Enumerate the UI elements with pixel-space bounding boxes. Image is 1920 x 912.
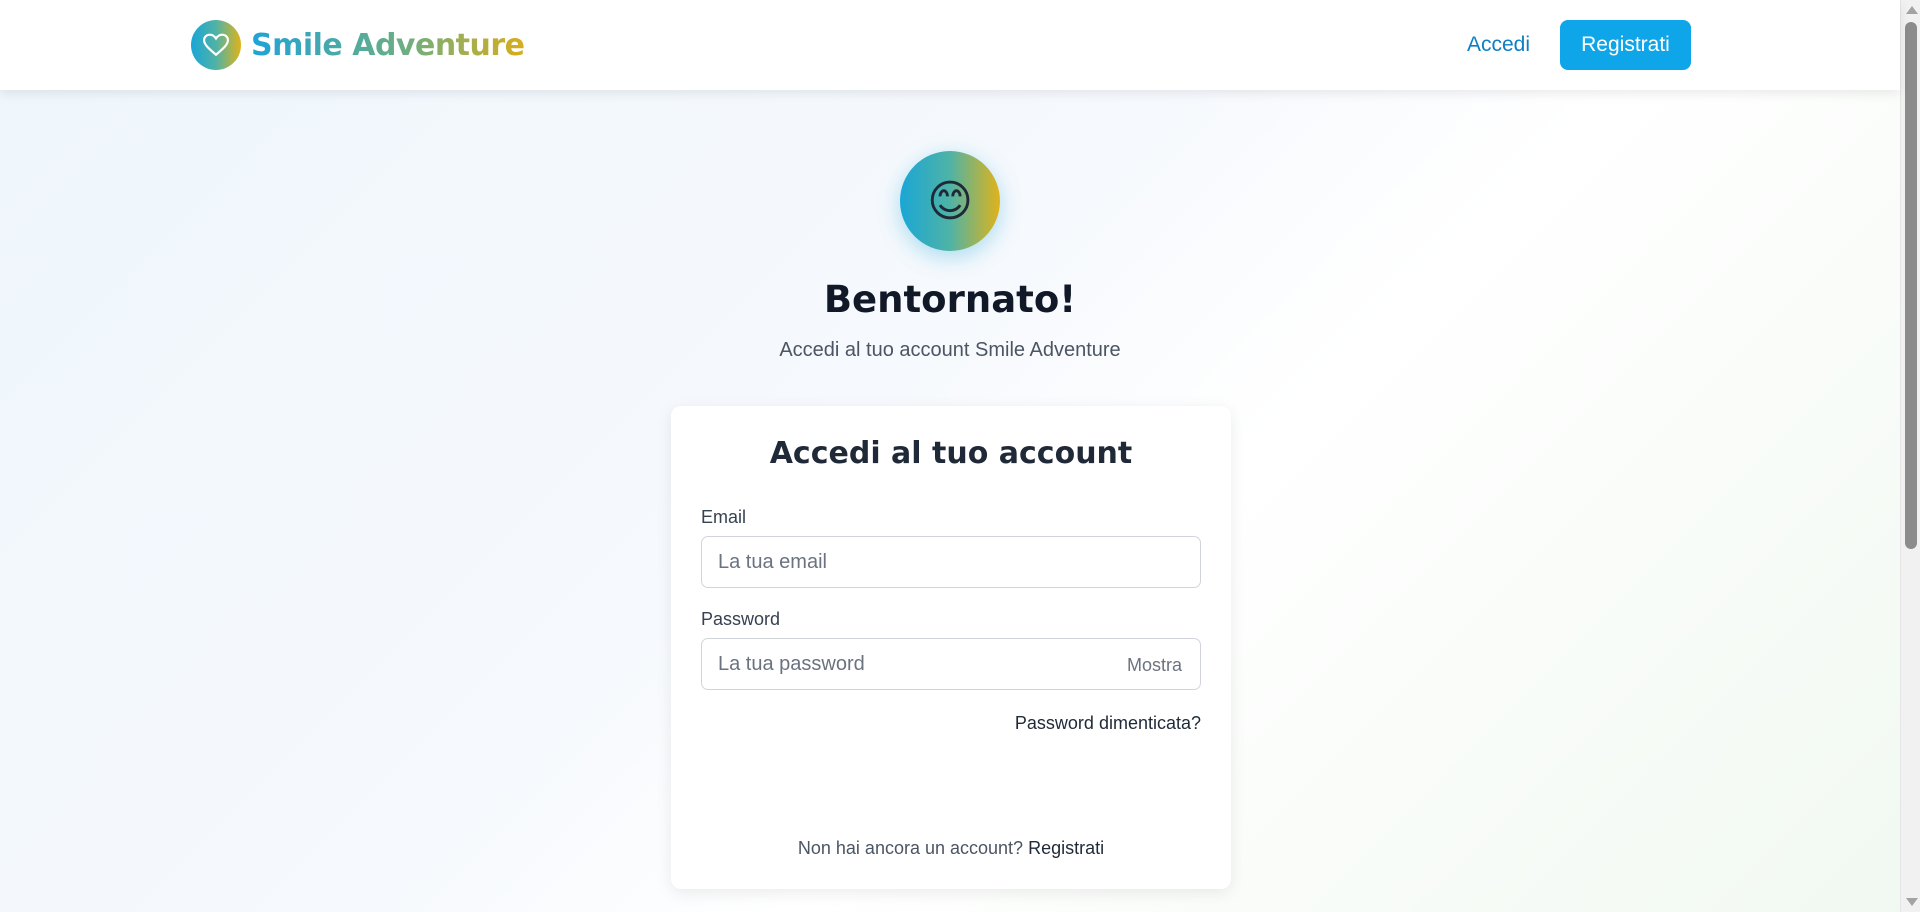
login-card-title: Accedi al tuo account	[769, 436, 1133, 471]
page-subtitle: Accedi al tuo account Smile Adventure	[779, 339, 1121, 361]
smiling-face-icon: 😊	[900, 151, 1000, 251]
forgot-password-link[interactable]: Password dimenticata?	[1015, 713, 1201, 734]
brand-name: Smile Adventure	[251, 27, 525, 63]
register-link[interactable]: Registrati	[1028, 838, 1104, 858]
show-password-toggle[interactable]: Mostra	[1127, 655, 1182, 676]
nav-register-button[interactable]: Registrati	[1560, 20, 1691, 70]
register-prompt: Non hai ancora un account? Registrati	[671, 838, 1231, 859]
email-label: Email	[701, 507, 747, 527]
page-scrollbar[interactable]	[1900, 0, 1920, 912]
heart-icon	[191, 20, 241, 70]
scroll-down-arrow-icon[interactable]	[1906, 898, 1918, 906]
no-account-text: Non hai ancora un account?	[797, 838, 1024, 858]
top-navbar: Smile Adventure Accedi Registrati	[0, 0, 1900, 90]
brand-logo-link[interactable]: Smile Adventure	[191, 20, 525, 70]
nav-login-link[interactable]: Accedi	[1467, 33, 1530, 57]
password-label: Password	[701, 609, 781, 629]
page-title: Bentornato!	[823, 278, 1077, 321]
scroll-up-arrow-icon[interactable]	[1906, 6, 1918, 14]
header-nav: Accedi Registrati	[1467, 20, 1691, 70]
email-field[interactable]	[701, 536, 1201, 588]
hero-emoji: 😊	[927, 176, 973, 226]
scrollbar-thumb[interactable]	[1905, 22, 1917, 549]
password-field[interactable]	[701, 638, 1201, 690]
